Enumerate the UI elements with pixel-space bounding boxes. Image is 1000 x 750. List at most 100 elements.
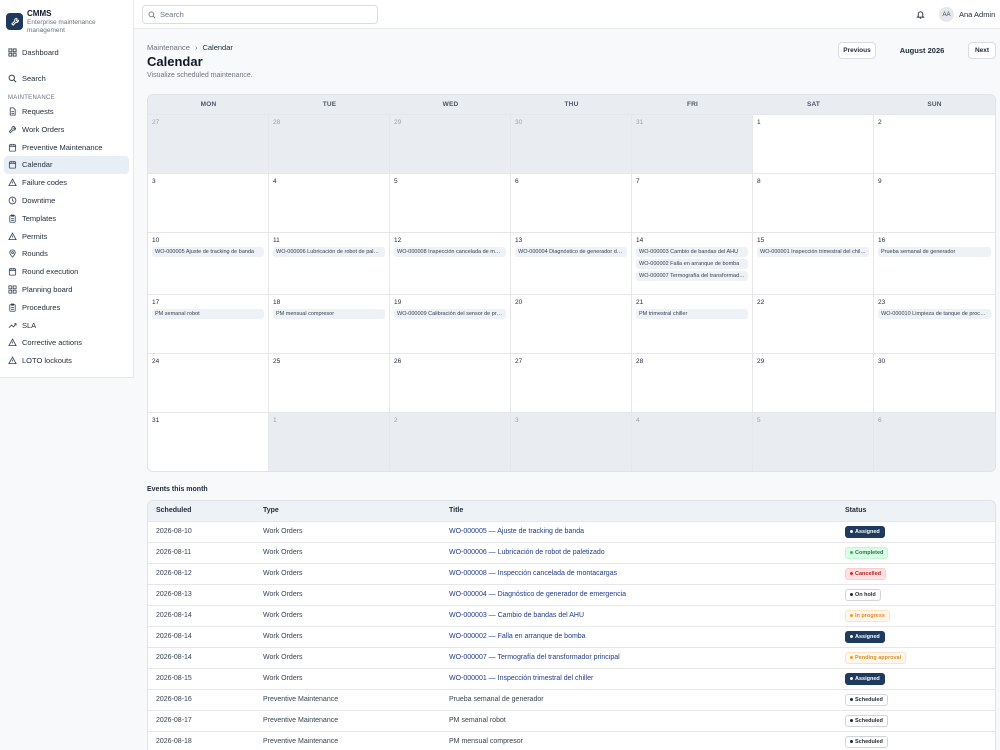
table-row[interactable]: 2026-08-17 Preventive Maintenance PM seman… [148,709,995,731]
calendar-day-cell[interactable]: 27 [511,353,632,412]
search-input[interactable] [160,10,360,19]
previous-button[interactable]: Previous [838,42,876,59]
calendar-day-cell[interactable]: 2 [874,114,995,173]
calendar-day-cell[interactable]: 4 [632,412,753,471]
sidebar-item-calendar[interactable]: Calendar [4,155,129,174]
calendar-event[interactable]: PM mensual compresor [273,309,385,319]
calendar-day-cell[interactable]: 25 [269,353,390,412]
title-cell[interactable]: WO-000001 — Inspección trimestral del ch… [441,667,837,689]
title-cell[interactable]: WO-000002 — Falla en arranque de bomba [441,625,837,647]
calendar-event[interactable]: WO-000007 Termografía del transformador … [636,271,748,281]
calendar-event[interactable]: WO-000005 Ajuste de tracking de banda [152,247,264,257]
calendar-day-cell[interactable]: 23 WO-000010 Limpieza de tanque de proces… [874,294,995,353]
calendar-day-cell[interactable]: 14 WO-000003 Cambio de bandas del AHU WO-0… [632,232,753,294]
table-row[interactable]: 2026-08-15 Work Orders WO-000001 — Inspecc… [148,667,995,689]
calendar-event[interactable]: WO-000008 Inspección cancelada de montac… [394,247,506,257]
calendar-event[interactable]: PM semanal robot [152,309,264,319]
sidebar-item-downtime[interactable]: Downtime [4,192,129,210]
sidebar-item-permits[interactable]: Permits [4,227,129,245]
next-button[interactable]: Next [968,42,996,59]
sidebar-item-work-orders[interactable]: Work Orders [4,120,129,138]
search-box[interactable] [142,5,378,24]
breadcrumb-parent[interactable]: Maintenance [147,43,190,52]
calendar-day-cell[interactable]: 1 [753,114,874,173]
calendar-day-cell[interactable]: 28 [269,114,390,173]
sidebar-item-sla[interactable]: SLA [4,316,129,334]
column-header[interactable]: Title [441,501,837,521]
calendar-day-cell[interactable]: 10 WO-000005 Ajuste de tracking de banda [148,232,269,294]
calendar-day-cell[interactable]: 15 WO-000001 Inspección trimestral del ch… [753,232,874,294]
calendar-day-cell[interactable]: 26 [390,353,511,412]
table-row[interactable]: 2026-08-16 Preventive Maintenance Prueba s… [148,688,995,710]
sidebar-item-round-execution[interactable]: Round execution [4,263,129,281]
calendar-day-cell[interactable]: 27 [148,114,269,173]
table-row[interactable]: 2026-08-14 Work Orders WO-000002 — Falla e… [148,625,995,647]
calendar-day-cell[interactable]: 5 [390,173,511,232]
table-row[interactable]: 2026-08-14 Work Orders WO-000007 — Termogr… [148,646,995,668]
calendar-day-cell[interactable]: 11 WO-000006 Lubricación de robot de pale… [269,232,390,294]
calendar-day-cell[interactable]: 22 [753,294,874,353]
calendar-event[interactable]: WO-000002 Falla en arranque de bomba [636,259,748,269]
bell-icon[interactable] [916,10,925,19]
sidebar-item-preventive-maintenance[interactable]: Preventive Maintenance [4,138,129,156]
sidebar-item-templates[interactable]: Templates [4,209,129,227]
sidebar-item-failure-codes[interactable]: Failure codes [4,174,129,192]
calendar-event[interactable]: PM trimestral chiller [636,309,748,319]
table-row[interactable]: 2026-08-13 Work Orders WO-000004 — Diagnós… [148,583,995,605]
column-header[interactable]: Scheduled [148,501,255,521]
calendar-event[interactable]: WO-000006 Lubricación de robot de paleti… [273,247,385,257]
table-row[interactable]: 2026-08-11 Work Orders WO-000006 — Lubrica… [148,541,995,563]
calendar-day-cell[interactable]: 6 [874,412,995,471]
sidebar-item-corrective-actions[interactable]: Corrective actions [4,334,129,352]
calendar-event[interactable]: WO-000001 Inspección trimestral del chil… [757,247,869,257]
calendar-day-cell[interactable]: 17 PM semanal robot [148,294,269,353]
table-row[interactable]: 2026-08-14 Work Orders WO-000003 — Cambio … [148,604,995,626]
calendar-day-cell[interactable]: 30 [511,114,632,173]
column-header[interactable]: Type [255,501,441,521]
user-name[interactable]: Ana Admin [959,10,995,19]
calendar-event[interactable]: Prueba semanal de generador [878,247,991,257]
title-cell[interactable]: WO-000003 — Cambio de bandas del AHU [441,604,837,626]
calendar-event[interactable]: WO-000009 Calibración del sensor de pres… [394,309,506,319]
calendar-day-cell[interactable]: 20 [511,294,632,353]
calendar-day-cell[interactable]: 1 [269,412,390,471]
calendar-event[interactable]: WO-000004 Diagnóstico de generador de em… [515,247,627,257]
title-cell[interactable]: WO-000004 — Diagnóstico de generador de … [441,583,837,605]
title-cell[interactable]: WO-000005 — Ajuste de tracking de banda [441,520,837,542]
table-row[interactable]: 2026-08-12 Work Orders WO-000008 — Inspecc… [148,562,995,584]
calendar-day-cell[interactable]: 29 [390,114,511,173]
calendar-event[interactable]: WO-000003 Cambio de bandas del AHU [636,247,748,257]
calendar-day-cell[interactable]: 2 [390,412,511,471]
title-cell[interactable]: WO-000006 — Lubricación de robot de pale… [441,541,837,563]
calendar-day-cell[interactable]: 16 Prueba semanal de generador [874,232,995,294]
sidebar-item-planning-board[interactable]: Planning board [4,281,129,299]
sidebar-item-rounds[interactable]: Rounds [4,245,129,263]
calendar-day-cell[interactable]: 7 [632,173,753,232]
calendar-day-cell[interactable]: 31 [148,412,269,471]
column-header[interactable]: Status [837,501,995,521]
calendar-day-cell[interactable]: 6 [511,173,632,232]
calendar-day-cell[interactable]: 21 PM trimestral chiller [632,294,753,353]
sidebar-item-procedures[interactable]: Procedures [4,298,129,316]
calendar-day-cell[interactable]: 31 [632,114,753,173]
calendar-day-cell[interactable]: 13 WO-000004 Diagnóstico de generador de … [511,232,632,294]
calendar-day-cell[interactable]: 18 PM mensual compresor [269,294,390,353]
calendar-day-cell[interactable]: 3 [511,412,632,471]
calendar-day-cell[interactable]: 29 [753,353,874,412]
calendar-day-cell[interactable]: 24 [148,353,269,412]
title-cell[interactable]: WO-000008 — Inspección cancelada de mont… [441,562,837,584]
calendar-day-cell[interactable]: 30 [874,353,995,412]
calendar-day-cell[interactable]: 9 [874,173,995,232]
nav-search[interactable]: Search [4,70,129,88]
calendar-day-cell[interactable]: 12 WO-000008 Inspección cancelada de mont… [390,232,511,294]
calendar-event[interactable]: WO-000010 Limpieza de tanque de proceso [878,309,991,319]
calendar-day-cell[interactable]: 19 WO-000009 Calibración del sensor de pr… [390,294,511,353]
table-row[interactable]: 2026-08-18 Preventive Maintenance PM mensu… [148,730,995,750]
nav-dashboard[interactable]: Dashboard [4,44,129,62]
avatar[interactable]: AA [939,7,954,22]
sidebar-item-requests[interactable]: Requests [4,103,129,121]
calendar-day-cell[interactable]: 8 [753,173,874,232]
calendar-day-cell[interactable]: 3 [148,173,269,232]
title-cell[interactable]: WO-000007 — Termografía del transformado… [441,646,837,668]
sidebar-item-loto-lockouts[interactable]: LOTO lockouts [4,352,129,370]
